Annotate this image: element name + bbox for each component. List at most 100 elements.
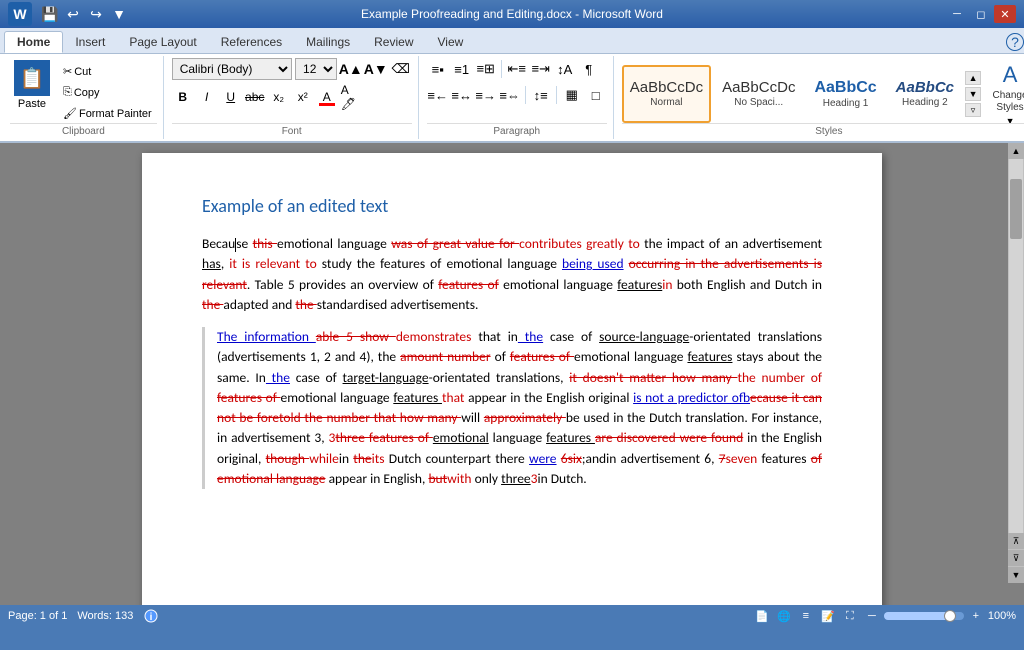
font-grow-button[interactable]: A▲ [340,58,362,80]
format-painter-button[interactable]: 🖌 Format Painter [58,104,157,123]
cut-button[interactable]: ✂ Cut [58,62,157,81]
tab-references[interactable]: References [209,31,294,53]
style-heading2[interactable]: AaBbCc Heading 2 [888,65,962,123]
zoom-in-button[interactable]: + [968,608,984,624]
font-color-indicator [319,103,335,106]
zoom-out-button[interactable]: ─ [864,608,880,624]
highlight-color-button[interactable]: A🖊 [340,86,362,108]
scroll-page-down[interactable]: ⊽ [1008,550,1024,566]
tab-view[interactable]: View [426,31,476,53]
scroll-bottom-controls: ⊼ ⊽ ▼ [1008,533,1024,583]
increase-indent-button[interactable]: ≡⇥ [530,58,552,80]
p2-underline-2: features [687,348,732,365]
close-button[interactable]: ✕ [994,5,1016,23]
p2-normal-2: case of [543,328,599,345]
view-fullscreen-icon[interactable]: ⛶ [842,608,858,624]
view-outline-icon[interactable]: ≡ [798,608,814,624]
p1-underline-blue-1: being used [562,255,624,272]
scroll-down-arrow[interactable]: ▼ [1008,567,1024,583]
p2-insert-8: seven [726,450,758,467]
zoom-thumb [944,610,956,622]
styles-group: AaBbCcDc Normal AaBbCcDc No Spaci... AaB… [616,56,1024,139]
title-bar: W 💾 ↩ ↪ ▼ Example Proofreading and Editi… [0,0,1024,28]
change-styles-button[interactable]: A ChangeStyles ▼ [984,65,1024,123]
borders-button[interactable]: □ [585,84,607,106]
font-face-select[interactable]: Calibri (Body) [172,58,292,80]
p1-normal-1: Becau [202,235,235,252]
multilevel-list-button[interactable]: ≡⊞ [475,58,497,80]
italic-button[interactable]: I [196,86,218,108]
redo-quick-btn[interactable]: ↪ [86,5,106,23]
line-spacing-button[interactable]: ↕≡ [530,84,552,106]
zoom-slider[interactable] [884,612,964,620]
strikethrough-button[interactable]: abc [244,86,266,108]
style-heading1[interactable]: AaBbCc Heading 1 [806,65,884,123]
numbering-button[interactable]: ≡1 [451,58,473,80]
sort-button[interactable]: ↕A [554,58,576,80]
styles-expand[interactable]: ▿ [965,103,981,117]
p2-normal-11: will [461,409,484,426]
help-button[interactable]: ? [1006,33,1024,51]
restore-button[interactable]: ◻ [970,5,992,23]
scroll-up-arrow[interactable]: ▲ [1008,143,1024,159]
align-left-button[interactable]: ≡← [427,84,449,106]
document-scrollbar[interactable]: ▲ ⊼ ⊽ ▼ [1008,143,1024,583]
font-shrink-button[interactable]: A▼ [365,58,387,80]
change-styles-icon: A [1003,62,1018,88]
superscript-button[interactable]: x² [292,86,314,108]
zoom-controls: ─ + 100% [864,608,1016,624]
scroll-track[interactable] [1009,159,1023,533]
bullets-button[interactable]: ≡▪ [427,58,449,80]
align-right-button[interactable]: ≡→ [475,84,497,106]
style-normal[interactable]: AaBbCcDc Normal [622,65,711,123]
tab-review[interactable]: Review [362,31,425,53]
document-page[interactable]: Example of an edited text Because this e… [142,153,882,605]
document-status-icon[interactable]: i [143,608,159,624]
p2-normal-22: only [472,470,502,487]
undo-quick-btn[interactable]: ↩ [63,5,83,23]
save-quick-btn[interactable]: 💾 [40,5,60,23]
align-center-button[interactable]: ≡↔ [451,84,473,106]
format-painter-label: Format Painter [79,108,152,120]
format-painter-icon: 🖌 [63,107,77,120]
tab-insert[interactable]: Insert [63,31,117,53]
p1-underline-2: features [617,276,662,293]
subscript-button[interactable]: x₂ [268,86,290,108]
clear-format-button[interactable]: ⌫ [390,58,412,80]
paste-button[interactable]: 📋 Paste [10,58,54,112]
shading-button[interactable]: ▦ [561,84,583,106]
styles-scroll-up[interactable]: ▲ [965,71,981,85]
style-no-spacing-label: No Spaci... [734,97,783,108]
minimize-button[interactable]: ─ [946,5,968,23]
p2-underline-1: source-language [599,328,689,345]
copy-button[interactable]: ⎘ Copy [58,83,157,102]
justify-button[interactable]: ≡⇔ [499,84,521,106]
p1-strikethrough-6: the [295,296,316,313]
scroll-page-up[interactable]: ⊼ [1008,533,1024,549]
customize-quick-btn[interactable]: ▼ [109,5,129,23]
view-web-icon[interactable]: 🌐 [776,608,792,624]
p2-strikethrough-1: able 5 show [316,328,396,345]
style-heading2-label: Heading 2 [902,97,948,108]
clipboard-label: Clipboard [10,123,157,137]
window-title: Example Proofreading and Editing.docx - … [361,7,663,21]
scroll-thumb[interactable] [1010,179,1022,239]
font-color-button[interactable]: A [316,86,338,108]
styles-scroll-down[interactable]: ▼ [965,87,981,101]
bold-button[interactable]: B [172,86,194,108]
decrease-indent-button[interactable]: ⇤≡ [506,58,528,80]
view-normal-icon[interactable]: 📄 [754,608,770,624]
paragraph-1: Because this emotional language was of g… [202,234,822,315]
view-draft-icon[interactable]: 📝 [820,608,836,624]
p2-normal-4: of [491,348,510,365]
tab-page-layout[interactable]: Page Layout [117,31,208,53]
font-size-select[interactable]: 12 [295,58,337,80]
styles-label: Styles [622,123,1024,137]
style-heading2-preview: AaBbCc [896,80,954,95]
tab-mailings[interactable]: Mailings [294,31,362,53]
underline-button[interactable]: U [220,86,242,108]
p2-normal-8: -orientated translations, [429,369,570,386]
show-marks-button[interactable]: ¶ [578,58,600,80]
tab-home[interactable]: Home [4,31,63,53]
style-no-spacing[interactable]: AaBbCcDc No Spaci... [714,65,803,123]
